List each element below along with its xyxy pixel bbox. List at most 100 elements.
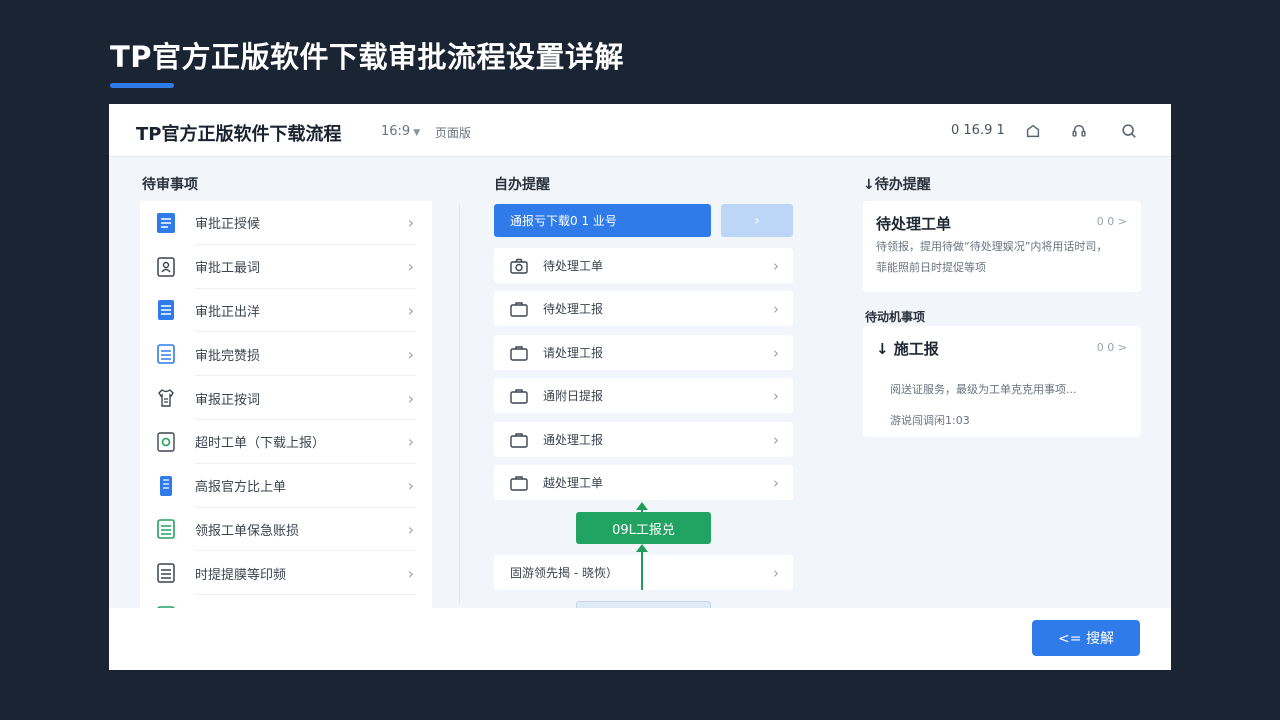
- reminder-label: 待处理工单: [543, 259, 604, 273]
- aspect-label: 16:9: [381, 124, 411, 139]
- sub-heading: 待动机事项: [865, 310, 926, 324]
- list-item-label: 时提提膜等印频: [195, 567, 287, 583]
- todo-card[interactable]: 待处理工单 0 0 > 待领报，提用待做“待处理娱况”内将用话时司， 菲能照前日…: [863, 201, 1141, 292]
- right-heading-label: 待办提醒: [874, 177, 931, 193]
- reminder-item[interactable]: 越处理工单 ›: [494, 465, 793, 500]
- card-body: 阅送证服务，最级为工单克克用事项... 游说闯调闲1:03: [890, 374, 1145, 436]
- doc-outline-blue-icon: [156, 343, 176, 365]
- chevron-right-icon: ›: [407, 300, 414, 320]
- list-item[interactable]: 高报官方比上单 ›: [140, 464, 432, 508]
- card-line: 菲能照前日时提促等项: [876, 261, 986, 274]
- caret-down-icon: ▼: [413, 128, 421, 138]
- reminder-item[interactable]: 请处理工报 ›: [494, 335, 793, 370]
- active-reminder-chevron[interactable]: ›: [721, 204, 793, 237]
- list-item-label: 高报官方比上单: [195, 480, 287, 496]
- list-item-label: 领报工单保急账损: [195, 523, 300, 539]
- reminder-label: 通附日提报: [543, 389, 604, 403]
- card-title: 待处理工单: [876, 215, 952, 233]
- list-item[interactable]: 审批正出洋 ›: [140, 289, 432, 333]
- right-heading: ↓待办提醒: [863, 177, 931, 193]
- chevron-right-icon: ›: [407, 257, 414, 277]
- reminder-item[interactable]: 固游领先揭 - 晓恢） ›: [494, 555, 793, 590]
- card-line: 待领报，提用待做“待处理娱况”内将用话时司，: [876, 240, 1108, 253]
- chevron-right-icon: ›: [407, 388, 414, 408]
- chevron-right-icon: ›: [407, 519, 414, 539]
- card-title: ↓ 施工报: [876, 340, 939, 358]
- reminder-label: 固游领先揭 - 晓恢）: [510, 566, 618, 580]
- chevron-right-icon: ›: [773, 386, 779, 405]
- briefcase-icon: [510, 301, 528, 317]
- list-item-label: 审批完赞损: [195, 348, 261, 364]
- chevron-right-icon: ›: [407, 563, 414, 583]
- chevron-right-icon: ›: [773, 430, 779, 449]
- chevron-right-icon: ›: [773, 473, 779, 492]
- aspect-dropdown[interactable]: 16:9 ▼: [381, 124, 420, 139]
- doc-green-icon: [156, 431, 176, 453]
- bottom-bar: <= 搜解: [109, 608, 1171, 670]
- card-line: 游说闯调闲1:03: [890, 414, 970, 427]
- reminder-label: 待处理工报: [543, 302, 604, 316]
- briefcase-icon: [510, 432, 528, 448]
- doc-green-icon: [156, 518, 176, 540]
- card-title-label: 施工报: [893, 340, 939, 358]
- reminder-item[interactable]: 通处理工报 ›: [494, 422, 793, 457]
- list-item-label: 审批正授候: [195, 217, 261, 233]
- chevron-right-icon: ›: [773, 343, 779, 362]
- list-item[interactable]: 领报工单保急账损 ›: [140, 508, 432, 552]
- slide-title: TP官方正版软件下载审批流程设置详解: [110, 40, 625, 74]
- chevron-right-icon: ›: [407, 344, 414, 364]
- search-icon[interactable]: [1119, 121, 1139, 141]
- pending-list: 审批正授候 › 审批工最词 › 审批正出洋 › 审批完赞损 › 审报正按词 › 超时工单（…: [140, 201, 432, 613]
- primary-action-button[interactable]: <= 搜解: [1032, 620, 1140, 656]
- top-bar: TP官方正版软件下载流程 16:9 ▼ 页面版 0 16.9 1: [109, 104, 1171, 157]
- list-item[interactable]: 时提提膜等印频 ›: [140, 551, 432, 596]
- flow-node-button[interactable]: 09L工报兑: [576, 512, 711, 544]
- headset-icon[interactable]: [1069, 121, 1089, 141]
- list-item-label: 审报正按词: [195, 392, 261, 408]
- active-reminder-button[interactable]: 通报亏下载0 1 业号: [494, 204, 711, 237]
- list-item[interactable]: 审报正按词 ›: [140, 376, 432, 420]
- list-item[interactable]: 超时工单（下载上报） ›: [140, 420, 432, 464]
- chevron-right-icon: ›: [407, 432, 414, 452]
- chevron-right-icon: ›: [773, 299, 779, 318]
- reminder-label: 越处理工单: [543, 476, 604, 490]
- briefcase-icon: [510, 388, 528, 404]
- flow-arrow-up-icon: [636, 544, 648, 552]
- version-label: 0 16.9 1: [951, 123, 1005, 138]
- chevron-right-icon: ›: [407, 213, 414, 233]
- chevron-right-icon: ›: [754, 212, 760, 229]
- list-item[interactable]: 审批正授候 ›: [140, 201, 432, 245]
- column-divider: [459, 204, 460, 604]
- briefcase-icon: [510, 345, 528, 361]
- list-item-label: 审批正出洋: [195, 304, 261, 320]
- title-underline: [110, 83, 174, 88]
- chevron-right-icon: ›: [773, 563, 779, 582]
- card-meta: 0 0 >: [1096, 215, 1127, 228]
- reminder-label: 通处理工报: [543, 433, 604, 447]
- reminder-label: 请处理工报: [543, 346, 604, 360]
- camera-icon: [510, 258, 528, 274]
- shirt-icon: [156, 387, 176, 409]
- card-body: 待领报，提用待做“待处理娱况”内将用话时司， 菲能照前日时提促等项: [876, 236, 1131, 278]
- app-title: TP官方正版软件下载流程: [136, 124, 342, 145]
- home-icon[interactable]: [1023, 121, 1043, 141]
- card-meta: 0 0 >: [1096, 341, 1127, 354]
- app-window: TP官方正版软件下载流程 16:9 ▼ 页面版 0 16.9 1 待审事项 审批正…: [109, 104, 1171, 670]
- briefcase-icon: [510, 475, 528, 491]
- doc-blue-icon: [156, 299, 176, 321]
- reminder-item[interactable]: 待处理工单 ›: [494, 248, 793, 283]
- list-item[interactable]: 审批完赞损 ›: [140, 332, 432, 377]
- doc-outline-icon: [156, 562, 176, 584]
- reminder-item[interactable]: 通附日提报 ›: [494, 378, 793, 413]
- page-menu[interactable]: 页面版: [435, 124, 471, 141]
- id-card-icon: [156, 256, 176, 278]
- chevron-right-icon: ›: [407, 476, 414, 496]
- list-item[interactable]: 审批工最词 ›: [140, 245, 432, 289]
- left-heading: 待审事项: [142, 177, 198, 193]
- doc-blue-icon: [156, 212, 176, 234]
- list-item-label: 审批工最词: [195, 261, 261, 277]
- flow-connector: [641, 552, 643, 590]
- todo-card[interactable]: ↓ 施工报 0 0 > 阅送证服务，最级为工单克克用事项... 游说闯调闲1:0…: [863, 326, 1141, 437]
- reminder-item[interactable]: 待处理工报 ›: [494, 291, 793, 326]
- chevron-right-icon: ›: [773, 256, 779, 275]
